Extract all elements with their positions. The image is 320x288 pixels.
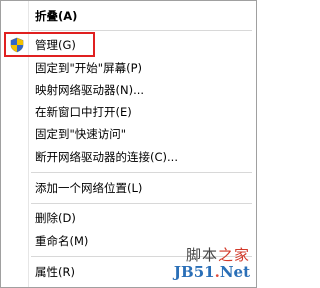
- menu-item-label: 添加一个网络位置(L): [35, 181, 143, 195]
- menu-item-open-new-window[interactable]: 在新窗口中打开(E): [1, 101, 258, 123]
- menu-item-add-network-location[interactable]: 添加一个网络位置(L): [1, 177, 258, 199]
- menu-item-label: 属性(R): [35, 265, 75, 279]
- menu-item-label: 重命名(M): [35, 234, 89, 248]
- context-menu: 折叠(A) 管理(G) 固定到"开始"屏幕(P) 映射网络驱动器(N)... 在…: [0, 0, 257, 288]
- highlight-annotation-box: [4, 32, 95, 57]
- watermark-line-url: JB51.Net: [173, 263, 250, 281]
- menu-item-delete[interactable]: 删除(D): [1, 207, 258, 229]
- menu-item-map-network-drive[interactable]: 映射网络驱动器(N)...: [1, 79, 258, 101]
- menu-item-label: 固定到"快速访问": [35, 127, 127, 141]
- menu-separator: [31, 30, 252, 31]
- menu-item-pin-quick-access[interactable]: 固定到"快速访问": [1, 123, 258, 145]
- menu-item-label: 删除(D): [35, 211, 76, 225]
- menu-item-label: 折叠(A): [35, 9, 78, 23]
- menu-separator: [31, 203, 252, 204]
- site-watermark: 脚本之家 JB51.Net: [174, 244, 250, 281]
- menu-item-pin-to-start[interactable]: 固定到"开始"屏幕(P): [1, 57, 258, 79]
- menu-item-label: 在新窗口中打开(E): [35, 105, 132, 119]
- menu-item-collapse[interactable]: 折叠(A): [1, 5, 258, 27]
- menu-item-label: 断开网络驱动器的连接(C)...: [35, 150, 178, 164]
- menu-item-label: 映射网络驱动器(N)...: [35, 83, 145, 97]
- menu-item-disconnect-network-drive[interactable]: 断开网络驱动器的连接(C)...: [1, 146, 258, 168]
- watermark-line-cn: 脚本之家: [185, 246, 250, 264]
- menu-separator: [31, 172, 252, 173]
- menu-item-label: 固定到"开始"屏幕(P): [35, 61, 142, 75]
